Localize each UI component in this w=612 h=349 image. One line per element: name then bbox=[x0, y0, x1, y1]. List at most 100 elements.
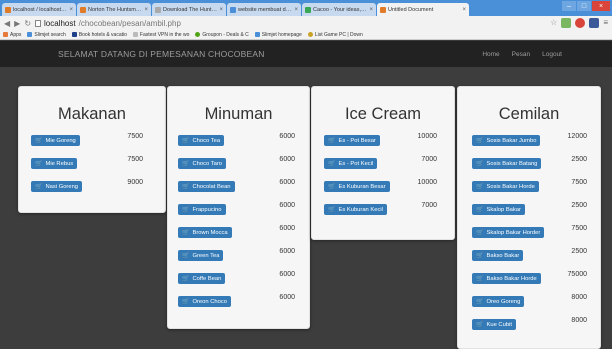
shopping-cart-icon: 🛒 bbox=[476, 276, 484, 282]
tab-close-icon[interactable]: × bbox=[369, 7, 373, 13]
browser-tab[interactable]: Norton The Huntsman 2 × bbox=[77, 3, 151, 16]
order-button[interactable]: 🛒 Chocolat Bean bbox=[178, 181, 235, 192]
close-window-icon[interactable]: × bbox=[592, 1, 610, 11]
tab-label: localhost / localhost / cho bbox=[13, 6, 67, 13]
browser-tab[interactable]: Cacoo - Your ideas, Our × bbox=[302, 3, 376, 16]
item-price: 10000 bbox=[417, 133, 437, 140]
item-price: 9000 bbox=[127, 179, 143, 186]
maximize-icon[interactable]: □ bbox=[577, 1, 591, 11]
tab-close-icon[interactable]: × bbox=[219, 7, 223, 13]
bookmark-item[interactable]: Fastest VPN in the wo bbox=[132, 32, 189, 38]
back-icon[interactable]: ◀ bbox=[4, 19, 10, 28]
order-button[interactable]: 🛒 Es - Pot Kecil bbox=[324, 158, 378, 169]
item-price: 6000 bbox=[279, 271, 295, 278]
menu-item: 🛒 Es Kuburan Kecil 7000 bbox=[324, 202, 437, 227]
bookmark-item[interactable]: Slimjet search bbox=[27, 32, 66, 38]
menu-item: 🛒 Oreo Goreng 8000 bbox=[472, 294, 587, 319]
toolbar-extensions: ☆ ≡ bbox=[550, 18, 608, 28]
browser-tab[interactable]: Download The Huntsman× bbox=[152, 3, 226, 16]
shopping-cart-icon: 🛒 bbox=[35, 184, 43, 190]
tab-close-icon[interactable]: × bbox=[462, 7, 466, 13]
order-button[interactable]: 🛒 Skalop Bakar Horder bbox=[472, 227, 545, 238]
slimjet-icon bbox=[27, 32, 33, 37]
order-button[interactable]: 🛒 Mie Goreng bbox=[31, 135, 80, 146]
favicon-icon bbox=[5, 6, 11, 13]
star-icon[interactable]: ☆ bbox=[550, 18, 557, 28]
order-button[interactable]: 🛒 Bakso Bakar Horde bbox=[472, 273, 541, 284]
browser-tab-strip: localhost / localhost / cho× Norton The … bbox=[0, 0, 612, 16]
menu-item: 🛒 Es Kuburan Besar 10000 bbox=[324, 179, 437, 204]
menu-item: 🛒 Choco Taro 6000 bbox=[178, 156, 295, 181]
order-button[interactable]: 🛒 Mie Rebus bbox=[31, 158, 78, 169]
menu-item: 🛒 Oreon Choco 6000 bbox=[178, 294, 295, 319]
order-button[interactable]: 🛒 Brown Mocca bbox=[178, 227, 232, 238]
browser-tab[interactable]: website membuat dfd en × bbox=[227, 3, 301, 16]
forward-icon[interactable]: ▶ bbox=[14, 19, 20, 28]
menu-item: 🛒 Chocolat Bean 6000 bbox=[178, 179, 295, 204]
item-price: 2500 bbox=[571, 248, 587, 255]
item-price: 6000 bbox=[279, 133, 295, 140]
order-button[interactable]: 🛒 Es - Pot Besar bbox=[324, 135, 380, 146]
order-button[interactable]: 🛒 Bakso Bakar bbox=[472, 250, 524, 261]
item-price: 6000 bbox=[279, 156, 295, 163]
url-path: /chocobean/pesan/ambil.php bbox=[78, 18, 181, 28]
shopping-cart-icon: 🛒 bbox=[328, 161, 336, 167]
shopping-cart-icon: 🛒 bbox=[476, 230, 484, 236]
item-price: 7500 bbox=[571, 225, 587, 232]
menu-item: 🛒 Green Tea 6000 bbox=[178, 248, 295, 273]
extension-icon[interactable] bbox=[589, 18, 600, 28]
card-makanan: Makanan 🛒 Mie Goreng 7500 🛒 Mie Rebus 7500 🛒… bbox=[18, 86, 166, 213]
menu-item: 🛒 Es - Pot Besar 10000 bbox=[324, 133, 437, 158]
nav-link-logout[interactable]: Logout bbox=[542, 51, 562, 58]
order-button[interactable]: 🛒 Oreon Choco bbox=[178, 296, 231, 307]
bookmark-apps[interactable]: Apps bbox=[3, 32, 21, 38]
order-button[interactable]: 🛒 Coffe Bean bbox=[178, 273, 226, 284]
order-button[interactable]: 🛒 Green Tea bbox=[178, 250, 224, 261]
browser-tab[interactable]: localhost / localhost / cho× bbox=[2, 3, 76, 16]
nav-link-home[interactable]: Home bbox=[482, 51, 499, 58]
shopping-cart-icon: 🛒 bbox=[182, 161, 190, 167]
order-button[interactable]: 🛒 Es Kuburan Kecil bbox=[324, 204, 387, 215]
extension-icon[interactable] bbox=[561, 18, 572, 28]
navbar-brand[interactable]: SELAMAT DATANG DI PEMESANAN CHOCOBEAN bbox=[58, 49, 265, 59]
browser-tab-active[interactable]: Untitled Document × bbox=[377, 3, 469, 16]
favicon-icon bbox=[230, 6, 236, 13]
shopping-cart-icon: 🛒 bbox=[182, 230, 190, 236]
tab-close-icon[interactable]: × bbox=[144, 7, 148, 13]
nav-link-pesan[interactable]: Pesan bbox=[512, 51, 530, 58]
bookmark-item[interactable]: Slimjet homepage bbox=[254, 32, 302, 38]
item-price: 6000 bbox=[279, 294, 295, 301]
menu-item: 🛒 Skalop Bakar Horder 7500 bbox=[472, 225, 587, 250]
order-button[interactable]: 🛒 Kue Cubit bbox=[472, 319, 516, 330]
menu-item: 🛒 Frappucino 6000 bbox=[178, 202, 295, 227]
menu-item: 🛒 Skalop Bakar 2500 bbox=[472, 202, 587, 227]
order-button[interactable]: 🛒 Skalop Bakar bbox=[472, 204, 525, 215]
order-button[interactable]: 🛒 Sosis Bakar Batang bbox=[472, 158, 542, 169]
menu-item: 🛒 Coffe Bean 6000 bbox=[178, 271, 295, 296]
tab-close-icon[interactable]: × bbox=[294, 7, 298, 13]
url-field[interactable]: localhost/chocobean/pesan/ambil.php bbox=[35, 19, 181, 28]
tab-close-icon[interactable]: × bbox=[69, 7, 73, 13]
order-button[interactable]: 🛒 Es Kuburan Besar bbox=[324, 181, 390, 192]
bookmark-item[interactable]: Book hotels & vacatio bbox=[71, 32, 127, 38]
menu-item: 🛒 Kue Cubit 8000 bbox=[472, 317, 587, 342]
order-button[interactable]: 🛒 Choco Taro bbox=[178, 158, 227, 169]
order-button[interactable]: 🛒 Frappucino bbox=[178, 204, 226, 215]
menu-icon[interactable]: ≡ bbox=[603, 18, 608, 28]
page-icon bbox=[35, 19, 42, 27]
reload-icon[interactable]: ↻ bbox=[24, 19, 31, 28]
order-button[interactable]: 🛒 Nasi Goreng bbox=[31, 181, 83, 192]
shopping-cart-icon: 🛒 bbox=[182, 276, 190, 282]
extension-icon[interactable] bbox=[575, 18, 586, 28]
order-button[interactable]: 🛒 Oreo Goreng bbox=[472, 296, 525, 307]
bookmark-item[interactable]: Groupon - Deals & C bbox=[195, 32, 249, 38]
bookmark-item[interactable]: List Game PC | Down bbox=[307, 32, 363, 38]
minimize-icon[interactable]: – bbox=[562, 1, 576, 11]
order-button[interactable]: 🛒 Sosis Bakar Horde bbox=[472, 181, 539, 192]
order-button[interactable]: 🛒 Choco Tea bbox=[178, 135, 225, 146]
menu-item: 🛒 Brown Mocca 6000 bbox=[178, 225, 295, 250]
item-price: 7500 bbox=[127, 133, 143, 140]
page-icon bbox=[132, 32, 138, 37]
order-button[interactable]: 🛒 Sosis Bakar Jumbo bbox=[472, 135, 541, 146]
shopping-cart-icon: 🛒 bbox=[35, 161, 43, 167]
